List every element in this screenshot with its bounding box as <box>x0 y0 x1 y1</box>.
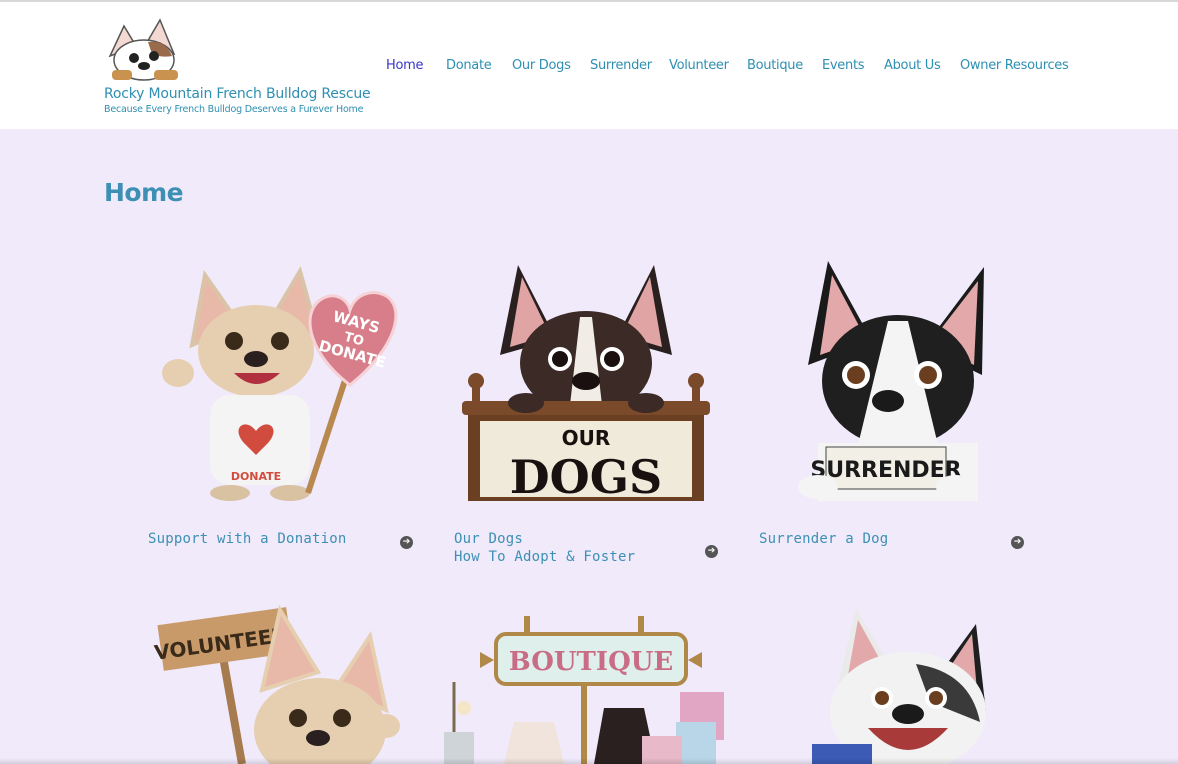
page-title: Home <box>104 178 184 207</box>
nav-item-volunteer[interactable]: Volunteer <box>669 58 729 73</box>
site-title[interactable]: Rocky Mountain French Bulldog Rescue <box>104 86 371 102</box>
surrender-link[interactable]: Surrender a Dog <box>759 530 888 548</box>
our-dogs-link-line-2[interactable]: How To Adopt & Foster <box>454 548 635 566</box>
arrow-right-icon[interactable]: ➔ <box>1011 536 1024 549</box>
surrender-card-image[interactable]: SURRENDER <box>788 255 1008 505</box>
nav-item-home[interactable]: Home <box>386 58 424 73</box>
our-dogs-link[interactable]: Our Dogs How To Adopt & Foster <box>454 530 635 566</box>
bottom-shadow <box>0 758 1178 764</box>
our-sign-text: OUR <box>562 426 611 450</box>
arrow-right-icon[interactable]: ➔ <box>400 536 413 549</box>
boutique-card-image[interactable]: BOUTIQUE <box>444 612 728 764</box>
donate-card-image[interactable]: DONATE WAYS TO DONATE <box>150 255 410 505</box>
volunteer-card-image[interactable]: VOLUNTEER <box>150 600 410 764</box>
nav-item-donate[interactable]: Donate <box>446 58 492 73</box>
boutique-sign-text: BOUTIQUE <box>509 647 673 677</box>
our-dogs-card-image[interactable]: OUR DOGS <box>456 255 716 505</box>
arrow-right-icon[interactable]: ➔ <box>705 545 718 558</box>
donate-shirt-text: DONATE <box>231 470 281 483</box>
dogs-sign-text: DOGS <box>510 450 662 504</box>
happy-dog-card-image[interactable] <box>800 602 1010 764</box>
nav-item-owner-resources[interactable]: Owner Resources <box>960 58 1069 73</box>
nav-item-surrender[interactable]: Surrender <box>590 58 652 73</box>
site-header: Rocky Mountain French Bulldog Rescue Bec… <box>0 2 1178 129</box>
bulldog-logo-icon[interactable] <box>104 16 186 84</box>
nav-item-about-us[interactable]: About Us <box>884 58 941 73</box>
nav-item-our-dogs[interactable]: Our Dogs <box>512 58 571 73</box>
donate-link[interactable]: Support with a Donation <box>148 530 346 548</box>
site-tagline: Because Every French Bulldog Deserves a … <box>104 104 364 115</box>
nav-item-events[interactable]: Events <box>822 58 865 73</box>
nav-item-boutique[interactable]: Boutique <box>747 58 803 73</box>
our-dogs-link-line-1[interactable]: Our Dogs <box>454 530 635 548</box>
